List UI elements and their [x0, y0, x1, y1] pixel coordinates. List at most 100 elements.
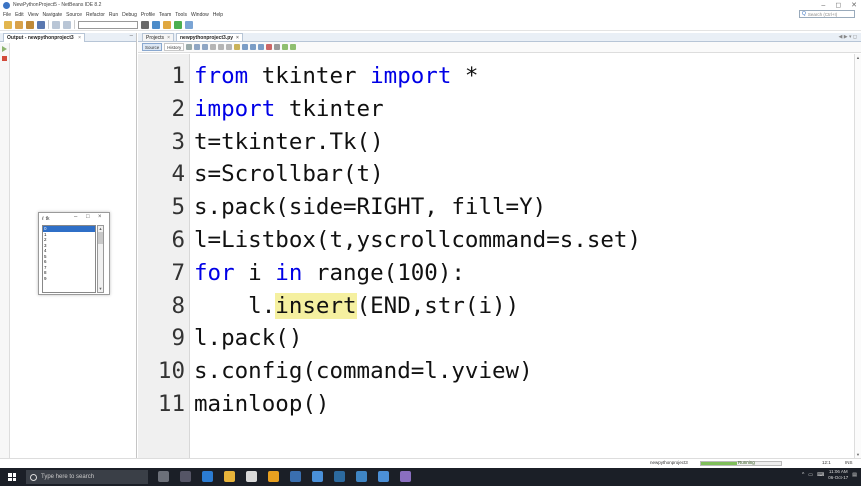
scroll-up-icon[interactable]: ▲ — [856, 55, 860, 60]
netbeans-taskbar-icon[interactable] — [356, 471, 367, 482]
tk-listbox[interactable]: 0123456789 — [42, 225, 96, 293]
rerun-icon[interactable] — [2, 46, 7, 52]
listbox-item[interactable]: 9 — [43, 276, 95, 282]
forward-icon[interactable] — [202, 44, 209, 50]
toggle-highlight-icon[interactable] — [234, 44, 241, 50]
scroll-thumb[interactable] — [98, 232, 103, 244]
tab-navigation-icon[interactable]: ◀ ▶ ▾ ◻ — [838, 34, 857, 40]
store-icon[interactable] — [246, 471, 257, 482]
menu-file[interactable]: File — [3, 12, 11, 18]
restore-button[interactable]: ◻ — [835, 1, 841, 9]
previous-bookmark-icon[interactable] — [250, 44, 257, 50]
close-icon[interactable]: × — [236, 35, 239, 41]
menu-help[interactable]: Help — [213, 12, 223, 18]
menu-navigate[interactable]: Navigate — [42, 12, 62, 18]
paint-icon[interactable] — [400, 471, 411, 482]
file-explorer-icon[interactable] — [224, 471, 235, 482]
clean-icon[interactable] — [163, 20, 171, 29]
tab-editor-file[interactable]: newpythonproject3.py × — [175, 33, 243, 41]
record-macro-icon[interactable] — [266, 44, 273, 50]
photos-icon[interactable] — [290, 471, 301, 482]
code-line[interactable]: s.pack(side=RIGHT, fill=Y) — [194, 191, 546, 223]
tray-chevron-icon[interactable]: ^ — [802, 472, 804, 478]
menu-window[interactable]: Window — [191, 12, 209, 18]
open-project-icon[interactable] — [26, 20, 34, 29]
comment-icon[interactable] — [282, 44, 289, 50]
find-previous-icon[interactable] — [218, 44, 225, 50]
scroll-down-icon[interactable]: ▼ — [856, 452, 860, 457]
back-icon[interactable] — [194, 44, 201, 50]
find-next-icon[interactable] — [226, 44, 233, 50]
tk-close-button[interactable]: × — [98, 214, 102, 220]
clean-build-icon[interactable] — [152, 20, 160, 29]
save-all-icon[interactable] — [37, 20, 45, 29]
configuration-dropdown[interactable] — [78, 20, 138, 29]
scroll-down-icon[interactable]: ▼ — [98, 286, 103, 292]
toggle-bookmark-icon[interactable] — [242, 44, 249, 50]
clock[interactable]: 11:06 AM 06-Oct-17 — [828, 469, 848, 481]
tab-projects[interactable]: Projects × — [142, 33, 174, 41]
line-number-gutter: 1 2 3 4 5 6 7 8 9 10 11 — [138, 54, 190, 458]
chrome-icon[interactable] — [268, 471, 279, 482]
run-icon[interactable] — [174, 20, 182, 29]
redo-icon[interactable] — [63, 20, 71, 29]
minimize-button[interactable]: – — [821, 2, 825, 9]
tab-output[interactable]: Output - newpythonproject3 × — [3, 32, 85, 42]
menu-team[interactable]: Team — [159, 12, 171, 18]
task-view-icon[interactable] — [180, 471, 191, 482]
code-line[interactable]: s.config(command=l.yview) — [194, 355, 533, 387]
tk-minimize-button[interactable]: – — [74, 214, 77, 220]
menu-edit[interactable]: Edit — [15, 12, 24, 18]
last-edit-icon[interactable] — [186, 44, 193, 50]
stop-icon[interactable] — [2, 56, 7, 61]
code-line[interactable]: s=Scrollbar(t) — [194, 158, 384, 190]
menu-run[interactable]: Run — [109, 12, 118, 18]
menu-tools[interactable]: Tools — [175, 12, 187, 18]
tk-taskbar-icon[interactable] — [378, 471, 389, 482]
search-input[interactable]: Q Search (Ctrl+I) — [799, 10, 855, 18]
uncomment-icon[interactable] — [290, 44, 297, 50]
close-icon[interactable]: × — [167, 35, 170, 41]
minimize-panel-icon[interactable]: – — [130, 33, 133, 39]
new-project-icon[interactable] — [15, 20, 23, 29]
code-line[interactable]: import tkinter — [194, 93, 384, 125]
mail-icon[interactable] — [312, 471, 323, 482]
editor-vertical-scrollbar[interactable]: ▲ ▼ — [854, 54, 861, 458]
taskbar-search[interactable]: Type here to search — [26, 470, 148, 484]
caret-position: 12:1 — [822, 460, 831, 465]
code-line[interactable]: l.pack() — [194, 322, 302, 354]
edge-icon[interactable] — [202, 471, 213, 482]
source-mode-button[interactable]: Source — [142, 43, 163, 51]
start-button[interactable] — [8, 473, 16, 481]
history-mode-button[interactable]: History — [164, 43, 185, 51]
network-icon[interactable]: ▭ — [808, 472, 813, 478]
next-bookmark-icon[interactable] — [258, 44, 265, 50]
code-line[interactable]: mainloop() — [194, 388, 329, 420]
stop-macro-icon[interactable] — [274, 44, 281, 50]
menu-view[interactable]: View — [28, 12, 39, 18]
tk-maximize-button[interactable]: □ — [86, 214, 90, 220]
tk-title-bar: ℓ tk – □ × — [39, 213, 109, 224]
code-line[interactable]: for i in range(100): — [194, 257, 465, 289]
code-editor[interactable]: from tkinter import * import tkinter t=tki… — [194, 54, 854, 458]
close-icon[interactable]: × — [78, 35, 81, 41]
menu-source[interactable]: Source — [66, 12, 82, 18]
tk-scrollbar[interactable]: ▲ ▼ — [97, 225, 104, 293]
notifications-icon[interactable]: ▤ — [852, 472, 857, 478]
menu-profile[interactable]: Profile — [141, 12, 155, 18]
build-icon[interactable] — [141, 20, 149, 29]
python-icon[interactable] — [334, 471, 345, 482]
debug-icon[interactable] — [185, 20, 193, 29]
undo-icon[interactable] — [52, 20, 60, 29]
close-button[interactable]: ✕ — [851, 1, 857, 9]
menu-refactor[interactable]: Refactor — [86, 12, 105, 18]
code-line[interactable]: l=Listbox(t,yscrollcommand=s.set) — [194, 224, 641, 256]
menu-debug[interactable]: Debug — [122, 12, 137, 18]
keyboard-icon[interactable]: ⌨ — [817, 472, 824, 478]
new-file-icon[interactable] — [4, 20, 12, 29]
code-line[interactable]: t=tkinter.Tk() — [194, 126, 384, 158]
code-line[interactable]: from tkinter import * — [194, 60, 478, 92]
microphone-icon[interactable] — [158, 471, 169, 482]
code-line[interactable]: l.insert(END,str(i)) — [194, 290, 519, 322]
find-icon[interactable] — [210, 44, 217, 50]
